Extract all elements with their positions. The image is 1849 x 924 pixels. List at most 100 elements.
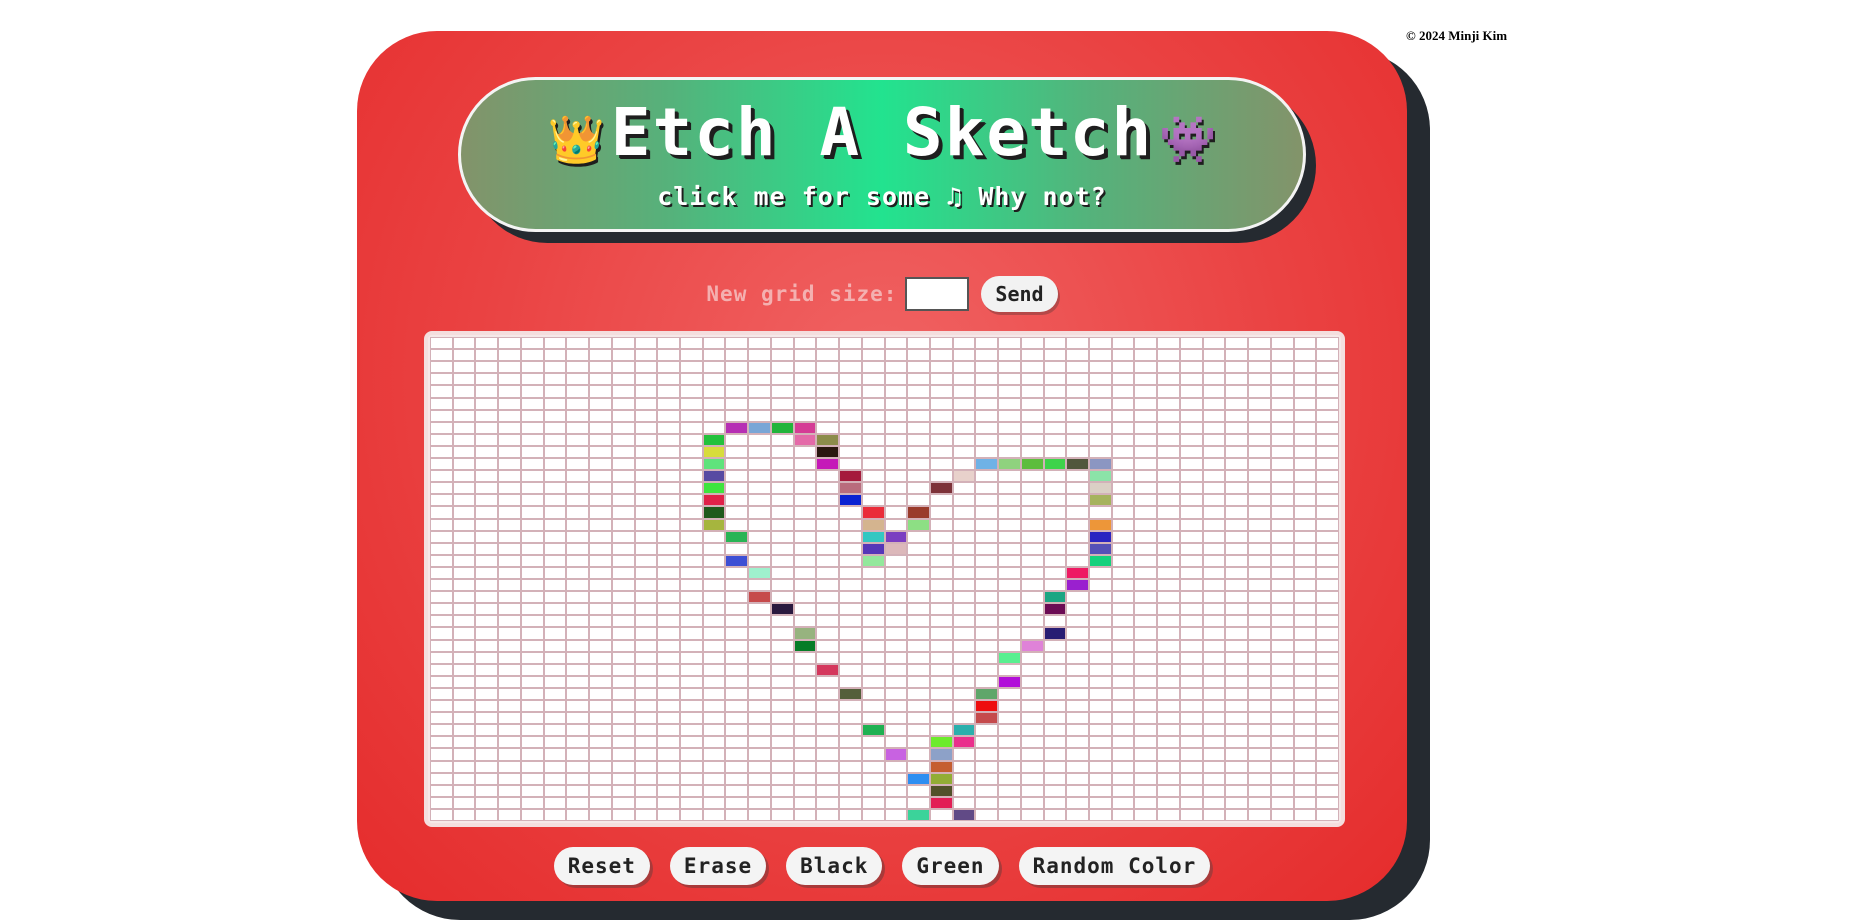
- grid-cell[interactable]: [1043, 482, 1067, 495]
- grid-cell[interactable]: [611, 554, 635, 567]
- grid-cell[interactable]: [1270, 591, 1294, 604]
- grid-cell[interactable]: [839, 470, 862, 483]
- grid-cell[interactable]: [793, 603, 817, 616]
- grid-cell[interactable]: [793, 724, 817, 737]
- grid-cell[interactable]: [520, 385, 544, 398]
- grid-cell[interactable]: [430, 748, 453, 761]
- grid-cell[interactable]: [634, 627, 658, 640]
- grid-cell[interactable]: [929, 700, 953, 713]
- grid-cell[interactable]: [1089, 615, 1112, 628]
- grid-cell[interactable]: [452, 385, 476, 398]
- grid-cell[interactable]: [589, 494, 612, 507]
- grid-cell[interactable]: [861, 772, 885, 785]
- grid-cell[interactable]: [1020, 470, 1044, 483]
- grid-cell[interactable]: [657, 615, 680, 628]
- grid-cell[interactable]: [907, 627, 930, 640]
- erase-button[interactable]: Erase: [669, 847, 767, 885]
- grid-cell[interactable]: [589, 421, 612, 434]
- grid-cell[interactable]: [907, 421, 930, 434]
- grid-cell[interactable]: [1089, 687, 1112, 700]
- grid-cell[interactable]: [543, 663, 567, 676]
- grid-cell[interactable]: [998, 458, 1021, 471]
- grid-cell[interactable]: [430, 760, 453, 773]
- grid-cell[interactable]: [475, 675, 499, 688]
- grid-cell[interactable]: [702, 615, 726, 628]
- grid-cell[interactable]: [634, 663, 658, 676]
- grid-cell[interactable]: [1020, 784, 1044, 797]
- grid-cell[interactable]: [452, 808, 476, 821]
- grid-cell[interactable]: [589, 518, 612, 531]
- grid-cell[interactable]: [679, 615, 703, 628]
- grid-cell[interactable]: [589, 542, 612, 555]
- grid-cell[interactable]: [634, 615, 658, 628]
- grid-cell[interactable]: [657, 530, 680, 543]
- grid-cell[interactable]: [657, 760, 680, 773]
- grid-cell[interactable]: [1089, 421, 1112, 434]
- grid-cell[interactable]: [679, 700, 703, 713]
- grid-cell[interactable]: [1202, 385, 1226, 398]
- grid-cell[interactable]: [1316, 337, 1339, 350]
- grid-cell[interactable]: [1157, 494, 1180, 507]
- grid-cell[interactable]: [952, 482, 976, 495]
- grid-cell[interactable]: [1270, 639, 1294, 652]
- grid-cell[interactable]: [770, 772, 794, 785]
- grid-cell[interactable]: [952, 530, 976, 543]
- grid-cell[interactable]: [1293, 373, 1317, 386]
- grid-cell[interactable]: [1316, 373, 1339, 386]
- grid-cell[interactable]: [589, 603, 612, 616]
- grid-cell[interactable]: [566, 470, 590, 483]
- grid-cell[interactable]: [1043, 627, 1067, 640]
- grid-cell[interactable]: [1066, 615, 1090, 628]
- grid-cell[interactable]: [1020, 566, 1044, 579]
- grid-cell[interactable]: [1179, 349, 1203, 362]
- grid-cell[interactable]: [430, 445, 453, 458]
- grid-cell[interactable]: [1157, 603, 1180, 616]
- grid-cell[interactable]: [748, 748, 771, 761]
- grid-cell[interactable]: [1089, 603, 1112, 616]
- grid-cell[interactable]: [929, 506, 953, 519]
- grid-cell[interactable]: [611, 639, 635, 652]
- grid-cell[interactable]: [1111, 482, 1135, 495]
- grid-cell[interactable]: [1089, 518, 1112, 531]
- grid-cell[interactable]: [793, 796, 817, 809]
- grid-cell[interactable]: [884, 687, 908, 700]
- grid-cell[interactable]: [1020, 772, 1044, 785]
- grid-cell[interactable]: [748, 530, 771, 543]
- grid-cell[interactable]: [839, 663, 862, 676]
- grid-cell[interactable]: [793, 663, 817, 676]
- grid-cell[interactable]: [1043, 518, 1067, 531]
- grid-cell[interactable]: [816, 530, 840, 543]
- grid-cell[interactable]: [884, 482, 908, 495]
- grid-cell[interactable]: [1202, 615, 1226, 628]
- grid-cell[interactable]: [702, 470, 726, 483]
- grid-cell[interactable]: [589, 566, 612, 579]
- grid-cell[interactable]: [998, 445, 1021, 458]
- grid-cell[interactable]: [1270, 651, 1294, 664]
- grid-cell[interactable]: [679, 591, 703, 604]
- grid-cell[interactable]: [952, 337, 976, 350]
- grid-cell[interactable]: [839, 494, 862, 507]
- grid-cell[interactable]: [1179, 736, 1203, 749]
- grid-cell[interactable]: [1316, 554, 1339, 567]
- grid-cell[interactable]: [679, 772, 703, 785]
- grid-cell[interactable]: [929, 772, 953, 785]
- grid-cell[interactable]: [475, 349, 499, 362]
- grid-cell[interactable]: [1316, 397, 1339, 410]
- grid-cell[interactable]: [748, 808, 771, 821]
- grid-cell[interactable]: [589, 675, 612, 688]
- grid-cell[interactable]: [816, 627, 840, 640]
- grid-cell[interactable]: [793, 337, 817, 350]
- grid-cell[interactable]: [907, 361, 930, 374]
- grid-cell[interactable]: [611, 337, 635, 350]
- grid-cell[interactable]: [861, 445, 885, 458]
- grid-cell[interactable]: [793, 772, 817, 785]
- grid-cell[interactable]: [793, 675, 817, 688]
- grid-cell[interactable]: [1270, 458, 1294, 471]
- grid-cell[interactable]: [929, 542, 953, 555]
- grid-cell[interactable]: [566, 712, 590, 725]
- grid-cell[interactable]: [748, 784, 771, 797]
- grid-cell[interactable]: [975, 445, 999, 458]
- grid-cell[interactable]: [998, 349, 1021, 362]
- grid-cell[interactable]: [430, 808, 453, 821]
- grid-cell[interactable]: [589, 530, 612, 543]
